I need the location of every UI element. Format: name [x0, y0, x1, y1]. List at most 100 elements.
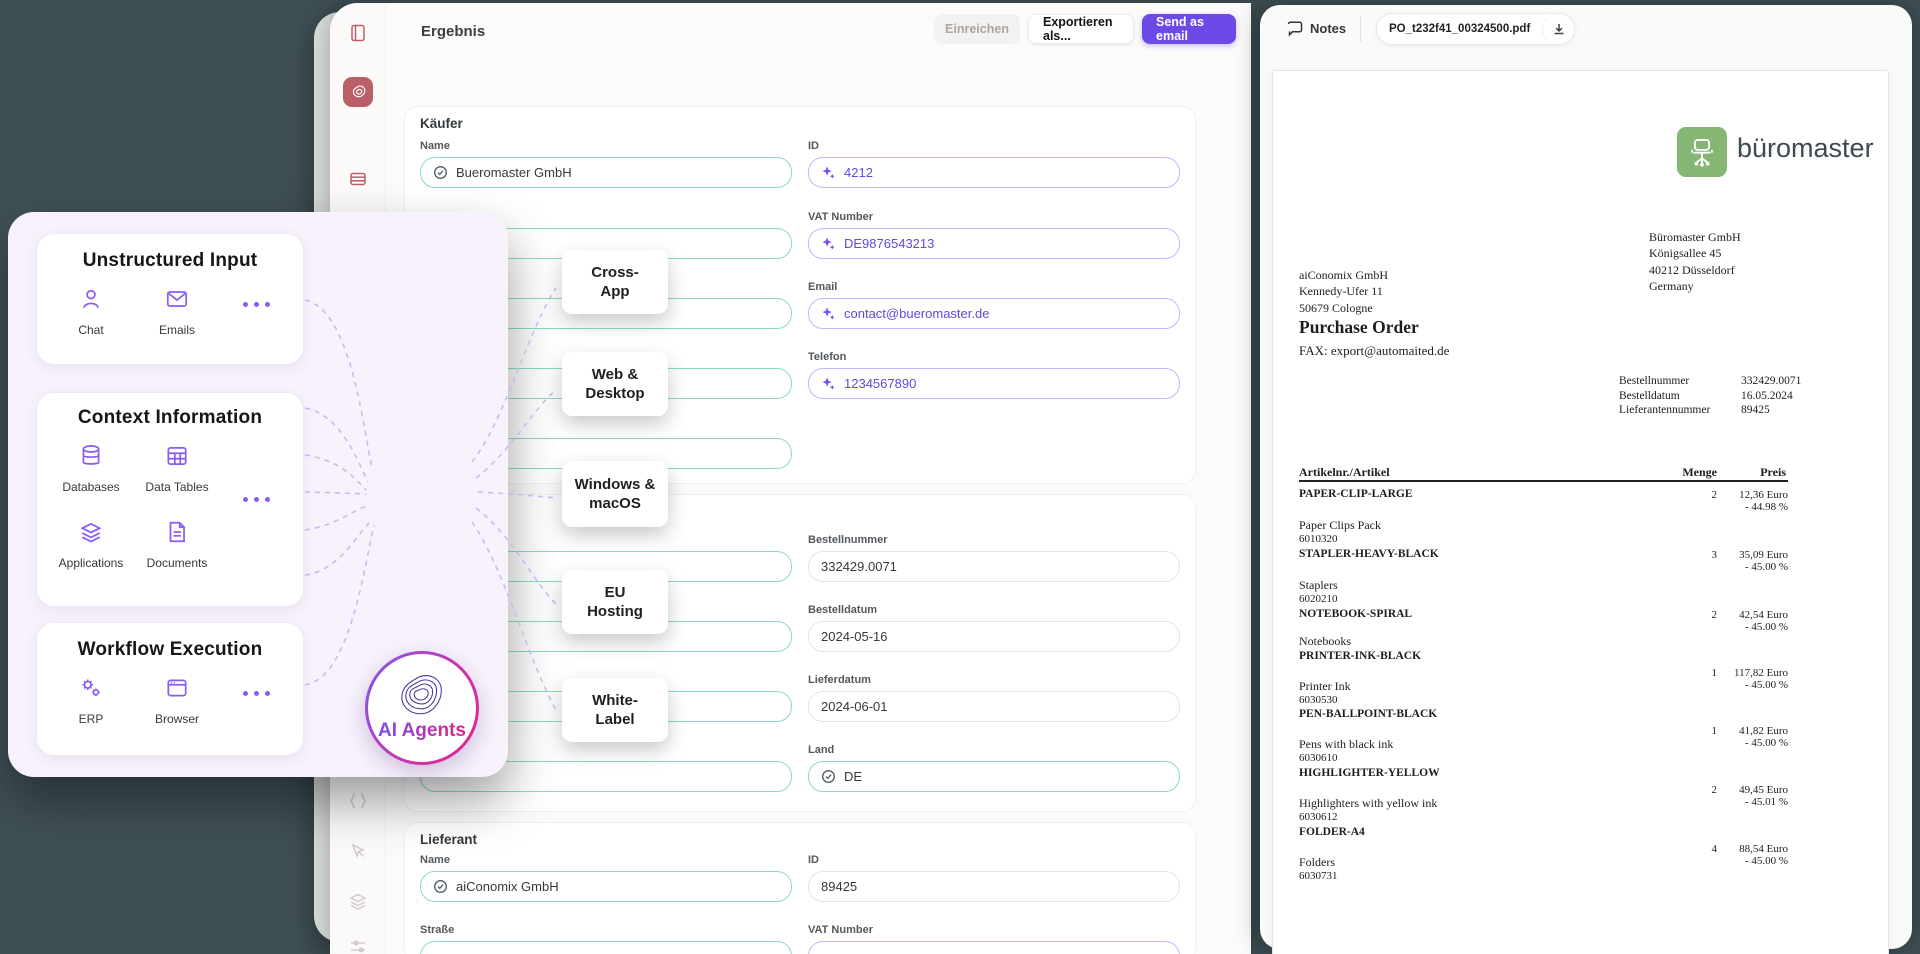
supplier-address: Büromaster GmbH Königsallee 45 40212 Düs…: [1649, 229, 1741, 295]
pdf-page: büromaster Büromaster GmbH Königsallee 4…: [1272, 70, 1889, 954]
col-menge: Menge: [1682, 465, 1717, 480]
po-meta-values: 332429.0071 16.05.2024 89425: [1741, 374, 1801, 418]
lieferant-name-label: Name: [420, 854, 450, 866]
strasse-field[interactable]: [420, 941, 792, 954]
kaeufer-id-field[interactable]: 4212: [808, 157, 1180, 188]
automaited-logo-active-icon[interactable]: [343, 77, 373, 107]
feature-eu-hosting: EUHosting: [562, 570, 668, 634]
table-header-rule: [1299, 480, 1788, 482]
lieferant-vat-field[interactable]: [808, 941, 1180, 954]
ellipsis-icon: [243, 302, 270, 307]
lieferdatum-value: 2024-06-01: [821, 699, 888, 714]
lieferdatum-field[interactable]: 2024-06-01: [808, 691, 1180, 722]
kaeufer-heading: Käufer: [420, 116, 463, 131]
kaeufer-email-value: contact@bueromaster.de: [844, 306, 989, 321]
download-button[interactable]: [1542, 13, 1574, 45]
journal-icon[interactable]: [348, 23, 368, 43]
po-title: Purchase Order: [1299, 317, 1419, 338]
browser-window-icon: [164, 675, 190, 701]
export-button[interactable]: Exportieren als...: [1028, 14, 1134, 44]
brand-name: büromaster: [1737, 133, 1874, 164]
feature-web-desktop: Web &Desktop: [562, 352, 668, 416]
unstructured-input-card: Unstructured Input Chat Emails: [36, 233, 304, 365]
kaeufer-vat-field[interactable]: DE9876543213: [808, 228, 1180, 259]
file-pill[interactable]: PO_t232f41_00324500.pdf: [1376, 13, 1575, 45]
land-label: Land: [808, 744, 834, 756]
server-list-icon[interactable]: [348, 169, 368, 189]
bestellnummer-value: 332429.0071: [821, 559, 897, 574]
check-circle-icon: [433, 879, 448, 894]
kaeufer-id-label: ID: [808, 140, 819, 152]
kaeufer-email-field[interactable]: contact@bueromaster.de: [808, 298, 1180, 329]
notes-button[interactable]: Notes: [1310, 21, 1346, 36]
kaeufer-telefon-label: Telefon: [808, 351, 846, 363]
kaeufer-vat-label: VAT Number: [808, 211, 873, 223]
bestelldatum-label: Bestelldatum: [808, 604, 877, 616]
lieferant-id-label: ID: [808, 854, 819, 866]
layers-stack-icon[interactable]: [348, 891, 368, 911]
cursor-click-icon[interactable]: [348, 841, 368, 861]
bestelldatum-value: 2024-05-16: [821, 629, 888, 644]
browser-item: Browser: [139, 675, 215, 726]
bestellnummer-field[interactable]: 332429.0071: [808, 551, 1180, 582]
fax-line: FAX: export@automaited.de: [1299, 343, 1449, 359]
automaited-swirl-logo-icon: [396, 674, 448, 718]
bueromaster-logo: [1677, 127, 1727, 177]
kaeufer-vat-value: DE9876543213: [844, 236, 934, 251]
lieferdatum-label: Lieferdatum: [808, 674, 871, 686]
kaeufer-telefon-field[interactable]: 1234567890: [808, 368, 1180, 399]
lieferant-vat-label: VAT Number: [808, 924, 873, 936]
bestellnummer-label: Bestellnummer: [808, 534, 887, 546]
submit-button[interactable]: Einreichen: [934, 14, 1020, 44]
card-title: Context Information: [37, 407, 303, 429]
lieferant-name-value: aiConomix GmbH: [456, 879, 559, 894]
erp-item: ERP: [53, 675, 129, 726]
bestelldatum-field[interactable]: 2024-05-16: [808, 621, 1180, 652]
kaeufer-name-field[interactable]: Bueromaster GmbH: [420, 157, 792, 188]
office-chair-icon: [1685, 135, 1719, 169]
ai-sparkle-icon: [821, 236, 836, 251]
person-icon: [78, 286, 104, 312]
screenshot-root: Ergebnis Einreichen Exportieren als... S…: [0, 0, 1920, 954]
kaeufer-telefon-value: 1234567890: [844, 376, 916, 391]
marketing-overlay-panel: Unstructured Input Chat Emails Context I…: [8, 212, 508, 777]
land-field[interactable]: DE: [808, 761, 1180, 792]
card-title: Workflow Execution: [37, 639, 303, 661]
lieferant-id-value: 89425: [821, 879, 857, 894]
lieferant-id-field[interactable]: 89425: [808, 871, 1180, 902]
ai-sparkle-icon: [821, 165, 836, 180]
check-circle-icon: [433, 165, 448, 180]
table-icon: [164, 443, 190, 469]
app-content: Ergebnis Einreichen Exportieren als... S…: [386, 3, 1251, 954]
workflow-execution-card: Workflow Execution ERP Browser: [36, 622, 304, 756]
applications-item: Applications: [53, 519, 129, 570]
layers-icon: [78, 519, 104, 545]
emails-item: Emails: [139, 286, 215, 337]
chat-item: Chat: [53, 286, 129, 337]
kaeufer-email-label: Email: [808, 281, 837, 293]
settings-sliders-icon[interactable]: [348, 937, 368, 954]
document-icon: [164, 519, 190, 545]
page-title: Ergebnis: [421, 23, 485, 40]
kaeufer-name-label: Name: [420, 140, 450, 152]
ai-sparkle-icon: [821, 376, 836, 391]
pdf-filename: PO_t232f41_00324500.pdf: [1377, 23, 1542, 35]
context-information-card: Context Information Databases Data Table…: [36, 392, 304, 607]
chat-bubble-icon: [1286, 20, 1304, 38]
lieferant-name-field[interactable]: aiConomix GmbH: [420, 871, 792, 902]
check-circle-icon: [821, 769, 836, 784]
envelope-icon: [164, 286, 190, 312]
code-braces-icon[interactable]: [348, 791, 368, 811]
buyer-address: aiConomix GmbH Kennedy-Ufer 11 50679 Col…: [1299, 267, 1388, 316]
card-title: Unstructured Input: [37, 250, 303, 272]
feature-white-label: White-Label: [562, 678, 668, 742]
lieferant-heading: Lieferant: [420, 832, 477, 847]
send-email-button[interactable]: Send as email: [1142, 14, 1236, 44]
data-tables-item: Data Tables: [139, 443, 215, 494]
col-preis: Preis: [1760, 465, 1786, 480]
gears-icon: [78, 675, 104, 701]
database-icon: [78, 443, 104, 469]
po-meta-labels: Bestellnummer Bestelldatum Lieferantennu…: [1619, 374, 1710, 418]
kaeufer-name-value: Bueromaster GmbH: [456, 165, 572, 180]
ellipsis-icon: [243, 691, 270, 696]
